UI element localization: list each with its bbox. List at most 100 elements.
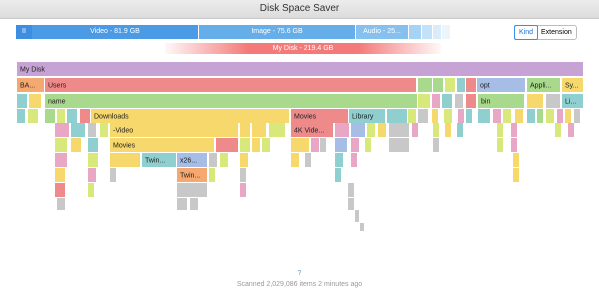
treemap-tile[interactable] <box>55 123 69 137</box>
treemap-tile[interactable] <box>455 94 463 108</box>
treemap-tile[interactable] <box>351 153 357 167</box>
treemap-tile[interactable] <box>240 183 246 197</box>
treemap-node-bin[interactable]: bin <box>478 94 524 108</box>
treemap-node-video[interactable]: -Video <box>110 123 238 137</box>
treemap-tile[interactable] <box>557 109 563 123</box>
treemap-node[interactable] <box>493 109 501 123</box>
treemap-node[interactable] <box>442 94 452 108</box>
treemap-tile[interactable] <box>252 123 266 137</box>
treemap-node[interactable] <box>351 123 365 137</box>
treemap-tile[interactable] <box>515 109 523 123</box>
treemap-node[interactable] <box>513 168 519 182</box>
treemap-tile[interactable] <box>511 123 517 137</box>
treemap-node[interactable] <box>17 94 27 108</box>
treemap-tile[interactable] <box>445 123 451 137</box>
treemap-tile[interactable] <box>17 94 27 108</box>
treemap-node[interactable] <box>88 168 96 182</box>
treemap-tile[interactable] <box>305 153 311 167</box>
treemap-tile[interactable] <box>367 123 375 137</box>
treemap-node[interactable] <box>433 78 443 92</box>
treemap-node[interactable] <box>515 109 523 123</box>
treemap-tile[interactable] <box>240 123 250 137</box>
treemap-node[interactable] <box>389 138 409 152</box>
help-icon[interactable]: ? <box>0 270 599 277</box>
treemap-node[interactable] <box>67 109 77 123</box>
treemap-node[interactable] <box>240 138 250 152</box>
treemap-node[interactable] <box>389 123 409 137</box>
treemap-tile[interactable] <box>466 109 472 123</box>
treemap-node[interactable] <box>537 109 543 123</box>
treemap-tile[interactable] <box>418 109 428 123</box>
treemap-tile[interactable] <box>412 123 418 137</box>
treemap-node[interactable] <box>466 94 476 108</box>
treemap-node[interactable] <box>71 123 85 137</box>
treemap-tile[interactable] <box>378 123 386 137</box>
treemap-node[interactable] <box>503 109 511 123</box>
treemap-node[interactable] <box>209 153 217 167</box>
treemap-tile[interactable] <box>513 153 519 167</box>
treemap-node[interactable] <box>55 168 65 182</box>
treemap-tile[interactable] <box>55 183 65 197</box>
treemap-tile[interactable] <box>432 94 440 108</box>
treemap-node[interactable] <box>418 94 430 108</box>
treemap-node[interactable] <box>305 153 311 167</box>
treemap-tile[interactable] <box>433 123 439 137</box>
treemap-node[interactable] <box>412 123 418 137</box>
treemap-node[interactable] <box>527 109 535 123</box>
treemap-node[interactable] <box>71 138 81 152</box>
treemap-node[interactable] <box>457 123 463 137</box>
treemap-tile[interactable] <box>478 109 490 123</box>
treemap-tile[interactable] <box>408 109 416 123</box>
treemap-tile[interactable] <box>17 62 583 76</box>
treemap-tile[interactable] <box>320 138 326 152</box>
treemap-node[interactable] <box>466 109 472 123</box>
treemap-tile[interactable] <box>57 109 65 123</box>
treemap-node[interactable] <box>511 138 517 152</box>
treemap-node-sy[interactable]: Sy... <box>562 78 583 92</box>
treemap-tile[interactable] <box>387 109 407 123</box>
treemap-tile[interactable] <box>389 138 409 152</box>
treemap-node[interactable] <box>110 153 140 167</box>
treemap-node[interactable] <box>355 210 359 222</box>
treemap-tile[interactable] <box>497 138 503 152</box>
treemap-tile[interactable] <box>568 123 574 137</box>
treemap-node[interactable] <box>291 153 299 167</box>
treemap-tile[interactable] <box>88 168 96 182</box>
treemap-tile[interactable] <box>252 138 260 152</box>
treemap-tile[interactable] <box>88 138 98 152</box>
treemap-node[interactable] <box>445 123 451 137</box>
treemap-node[interactable] <box>28 109 38 123</box>
treemap-tile[interactable] <box>527 109 535 123</box>
treemap-node[interactable] <box>335 153 343 167</box>
treemap-tile[interactable] <box>365 138 371 152</box>
treemap-node[interactable] <box>497 123 503 137</box>
treemap-tile[interactable] <box>497 123 503 137</box>
treemap-node[interactable] <box>574 109 580 123</box>
treemap-node[interactable] <box>100 123 108 137</box>
treemap-tile[interactable] <box>240 138 250 152</box>
treemap-tile[interactable] <box>71 123 85 137</box>
treemap-node-4k-vide[interactable]: 4K Vide... <box>291 123 333 137</box>
treemap-node-twin[interactable]: Twin... <box>142 153 176 167</box>
treemap-node[interactable] <box>57 109 65 123</box>
treemap-tile[interactable] <box>28 109 38 123</box>
treemap-node[interactable] <box>418 78 432 92</box>
treemap-node[interactable] <box>546 94 560 108</box>
treemap-node[interactable] <box>497 138 503 152</box>
treemap-tile[interactable] <box>351 138 359 152</box>
treemap-tile[interactable] <box>527 94 543 108</box>
treemap-node[interactable] <box>110 168 116 182</box>
treemap-node[interactable] <box>55 123 69 137</box>
treemap-tile[interactable] <box>262 138 270 152</box>
treemap-node[interactable] <box>177 183 207 197</box>
treemap-node[interactable] <box>351 138 359 152</box>
treemap-node[interactable] <box>408 109 416 123</box>
treemap-node-downloads[interactable]: Downloads <box>91 109 289 123</box>
treemap-tile[interactable] <box>555 123 561 137</box>
treemap-node[interactable] <box>444 109 452 123</box>
treemap-tile[interactable] <box>190 198 198 210</box>
treemap-node[interactable] <box>565 109 571 123</box>
treemap-node[interactable] <box>88 153 98 167</box>
treemap-tile[interactable] <box>45 109 55 123</box>
treemap-tile[interactable] <box>444 109 452 123</box>
